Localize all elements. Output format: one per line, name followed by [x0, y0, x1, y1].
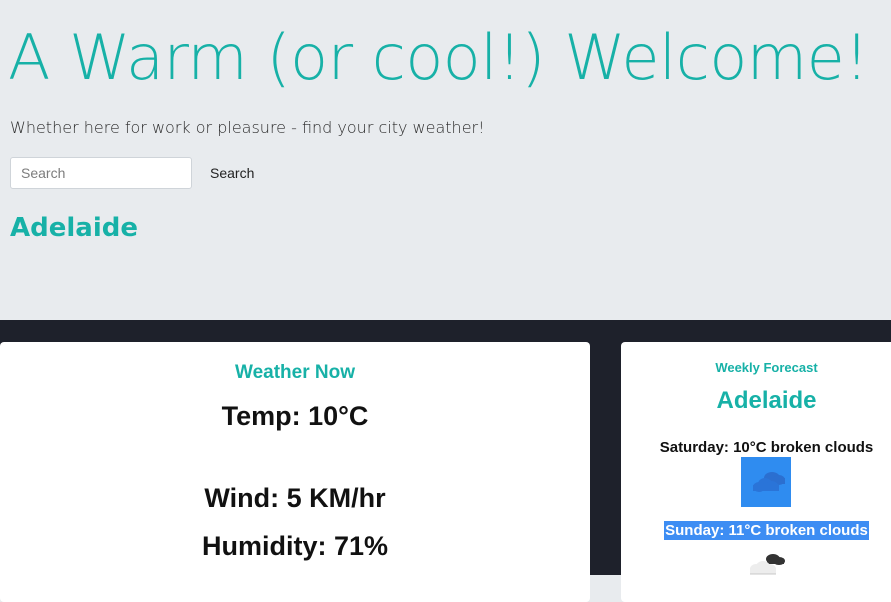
page-subtitle: Whether here for work or pleasure - find… [10, 118, 485, 137]
forecast-day-sunday-text: Sunday: 11°C broken clouds [664, 521, 869, 540]
page-title: A Warm (or cool!) Welcome! [8, 21, 869, 94]
forecast-day-saturday: Saturday: 10°C broken clouds [659, 439, 874, 456]
hero-section: A Warm (or cool!) Welcome! Whether here … [0, 0, 891, 320]
current-humidity: Humidity: 71% [201, 531, 389, 561]
current-wind: Wind: 5 KM/hr [204, 483, 386, 513]
city-heading: Adelaide [10, 213, 138, 243]
weekly-forecast-label: Weekly Forecast [715, 360, 818, 375]
broken-clouds-icon [741, 457, 791, 507]
weekly-city: Adelaide [716, 387, 817, 414]
forecast-day-sunday: Sunday: 11°C broken clouds [621, 521, 891, 541]
broken-clouds-icon [745, 547, 789, 577]
search-input[interactable] [10, 157, 192, 189]
weather-now-title: Weather Now [234, 362, 355, 383]
search-button[interactable]: Search [202, 157, 262, 189]
weather-now-card: Weather Now Temp: 10°C Wind: 5 KM/hr Hum… [0, 342, 590, 602]
current-temp: Temp: 10°C [221, 401, 369, 431]
weekly-forecast-card: Weekly Forecast Adelaide Saturday: 10°C … [621, 342, 891, 602]
